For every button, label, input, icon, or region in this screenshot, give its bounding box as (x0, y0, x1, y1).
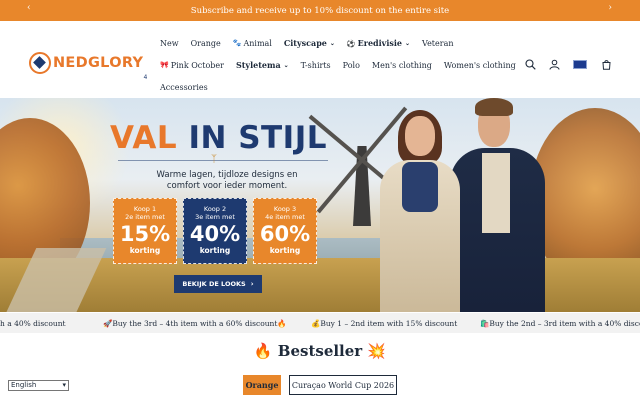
filter-tab-curacao[interactable]: Curaçao World Cup 2026 (289, 375, 397, 395)
marquee-item: 🛍️Buy the 2nd – 3rd item with a 40% disc… (480, 319, 640, 328)
flag-icon[interactable] (572, 58, 588, 70)
view-looks-button[interactable]: BEKIJK DE LOOKS › (174, 275, 262, 293)
offer-bottom: korting (199, 246, 231, 255)
cart-icon[interactable] (600, 58, 612, 70)
language-select[interactable]: English (8, 380, 69, 391)
offer-top: Koop 2 (203, 205, 227, 213)
nav-row-1: New Orange 🐾 Animal Cityscape ⌄ ⚽ Eredivisi… (160, 38, 466, 48)
nav-label: Styletema (235, 60, 281, 70)
nav-row-2: 🎀 Pink October Styletema ⌄ T-shirts Polo M… (160, 60, 528, 70)
account-icon[interactable] (548, 58, 560, 70)
marquee-item: h a 40% discount (0, 319, 66, 328)
offer-top: 4e item met (265, 213, 305, 221)
bestseller-heading: 🔥 Bestseller 💥 (253, 342, 387, 360)
hero-models-image (360, 98, 560, 312)
nav-item-accessories[interactable]: Accessories (160, 83, 208, 92)
offer-card-1: Koop 1 2e item met 15% korting (113, 198, 177, 264)
nav-item-new[interactable]: New (160, 39, 179, 48)
offer-card-3: Koop 3 4e item met 60% korting (253, 198, 317, 264)
soccer-ball-icon: ⚽ (346, 38, 356, 48)
offer-top: 3e item met (195, 213, 235, 221)
announcement-bar: ‹ Subscribe and receive up to 10% discou… (0, 0, 640, 21)
logo[interactable]: NEDGLORY 4 (29, 52, 147, 81)
chevron-down-icon: ⌄ (283, 61, 289, 69)
nav-item-pink-october[interactable]: 🎀 Pink October (160, 61, 224, 70)
offer-top: Koop 1 (133, 205, 157, 213)
ribbon-icon: 🎀 (160, 61, 169, 69)
model-man-shirt (482, 153, 510, 233)
offer-percent: 40% (189, 222, 241, 246)
wheat-icon: ᛉ (211, 154, 217, 165)
nav-label: Men's clothing (371, 60, 432, 70)
nav-item-mens-clothing[interactable]: Men's clothing (372, 61, 432, 70)
hero-subtext: Warme lagen, tijdloze designs en comfort… (110, 170, 344, 192)
chevron-down-icon: ⌄ (329, 39, 335, 47)
logo-text: NEDGLORY (53, 55, 144, 71)
nav-label: Pink October (170, 60, 224, 70)
chevron-right-icon: › (250, 280, 254, 288)
model-woman-head (405, 116, 435, 156)
nav-label: Cityscape (283, 38, 327, 48)
headline-divider (118, 160, 328, 161)
search-icon[interactable] (524, 58, 536, 70)
headline-word-2: IN STIJL (188, 120, 328, 156)
subtext-line-2: comfort voor ieder moment. (166, 181, 288, 191)
filter-tab-orange[interactable]: Orange (243, 375, 281, 395)
nav-item-tshirts[interactable]: T-shirts (301, 61, 331, 70)
announcement-text: Subscribe and receive up to 10% discount… (190, 5, 450, 16)
nav-item-polo[interactable]: Polo (343, 61, 360, 70)
site-header: NEDGLORY 4 New Orange 🐾 Animal Cityscape ⌄… (0, 21, 640, 98)
nav-label: New (160, 38, 179, 48)
nav-label: Accessories (160, 83, 208, 92)
offer-bottom: korting (269, 246, 301, 255)
nav-item-veteran[interactable]: Veteran (422, 39, 453, 48)
offer-percent: 60% (259, 222, 311, 246)
nav-label: Orange (190, 38, 221, 48)
nav-label: Polo (342, 60, 360, 70)
nav-label: Veteran (422, 38, 454, 48)
nav-item-styletema[interactable]: Styletema ⌄ (236, 60, 289, 70)
nav-item-cityscape[interactable]: Cityscape ⌄ (284, 38, 335, 48)
logo-ball-icon (29, 52, 51, 74)
model-woman-scarf (402, 162, 438, 212)
hero-headline: VAL IN STIJL (110, 120, 327, 156)
nav-item-animal[interactable]: 🐾 Animal (233, 39, 272, 48)
offer-top: 2e item met (125, 213, 165, 221)
offer-top: Koop 3 (273, 205, 297, 213)
subtext-line-1: Warme lagen, tijdloze designs en (156, 170, 298, 180)
nav-item-womens-clothing[interactable]: Women's clothing (444, 61, 516, 70)
marquee-item: 💰Buy 1 – 2nd item with 15% discount (311, 319, 458, 328)
header-icons (512, 58, 612, 70)
offer-card-2: Koop 2 3e item met 40% korting (183, 198, 247, 264)
nav-item-orange[interactable]: Orange (191, 39, 221, 48)
chevron-left-icon[interactable]: ‹ (27, 3, 31, 13)
nav-row-3: Accessories (160, 83, 220, 92)
offer-percent: 15% (119, 222, 171, 246)
logo-sub: 4 (143, 74, 148, 81)
nav-label: Women's clothing (443, 60, 516, 70)
marquee-item: 🚀Buy the 3rd – 4th item with a 60% disco… (103, 319, 287, 328)
paw-icon: 🐾 (232, 39, 242, 47)
promo-marquee: h a 40% discount 🚀Buy the 3rd – 4th item… (0, 313, 640, 333)
chevron-right-icon[interactable]: › (608, 3, 612, 13)
nav-label: T-shirts (300, 60, 331, 70)
model-man-hair (475, 98, 513, 116)
nav-label: Eredivisie (357, 38, 402, 48)
cta-label: BEKIJK DE LOOKS (182, 280, 246, 288)
nav-item-eredivisie[interactable]: ⚽ Eredivisie ⌄ (347, 38, 410, 48)
nav-label: Animal (243, 38, 272, 48)
chevron-down-icon: ⌄ (405, 39, 411, 47)
headline-word-1: VAL (110, 120, 178, 156)
offer-bottom: korting (129, 246, 161, 255)
